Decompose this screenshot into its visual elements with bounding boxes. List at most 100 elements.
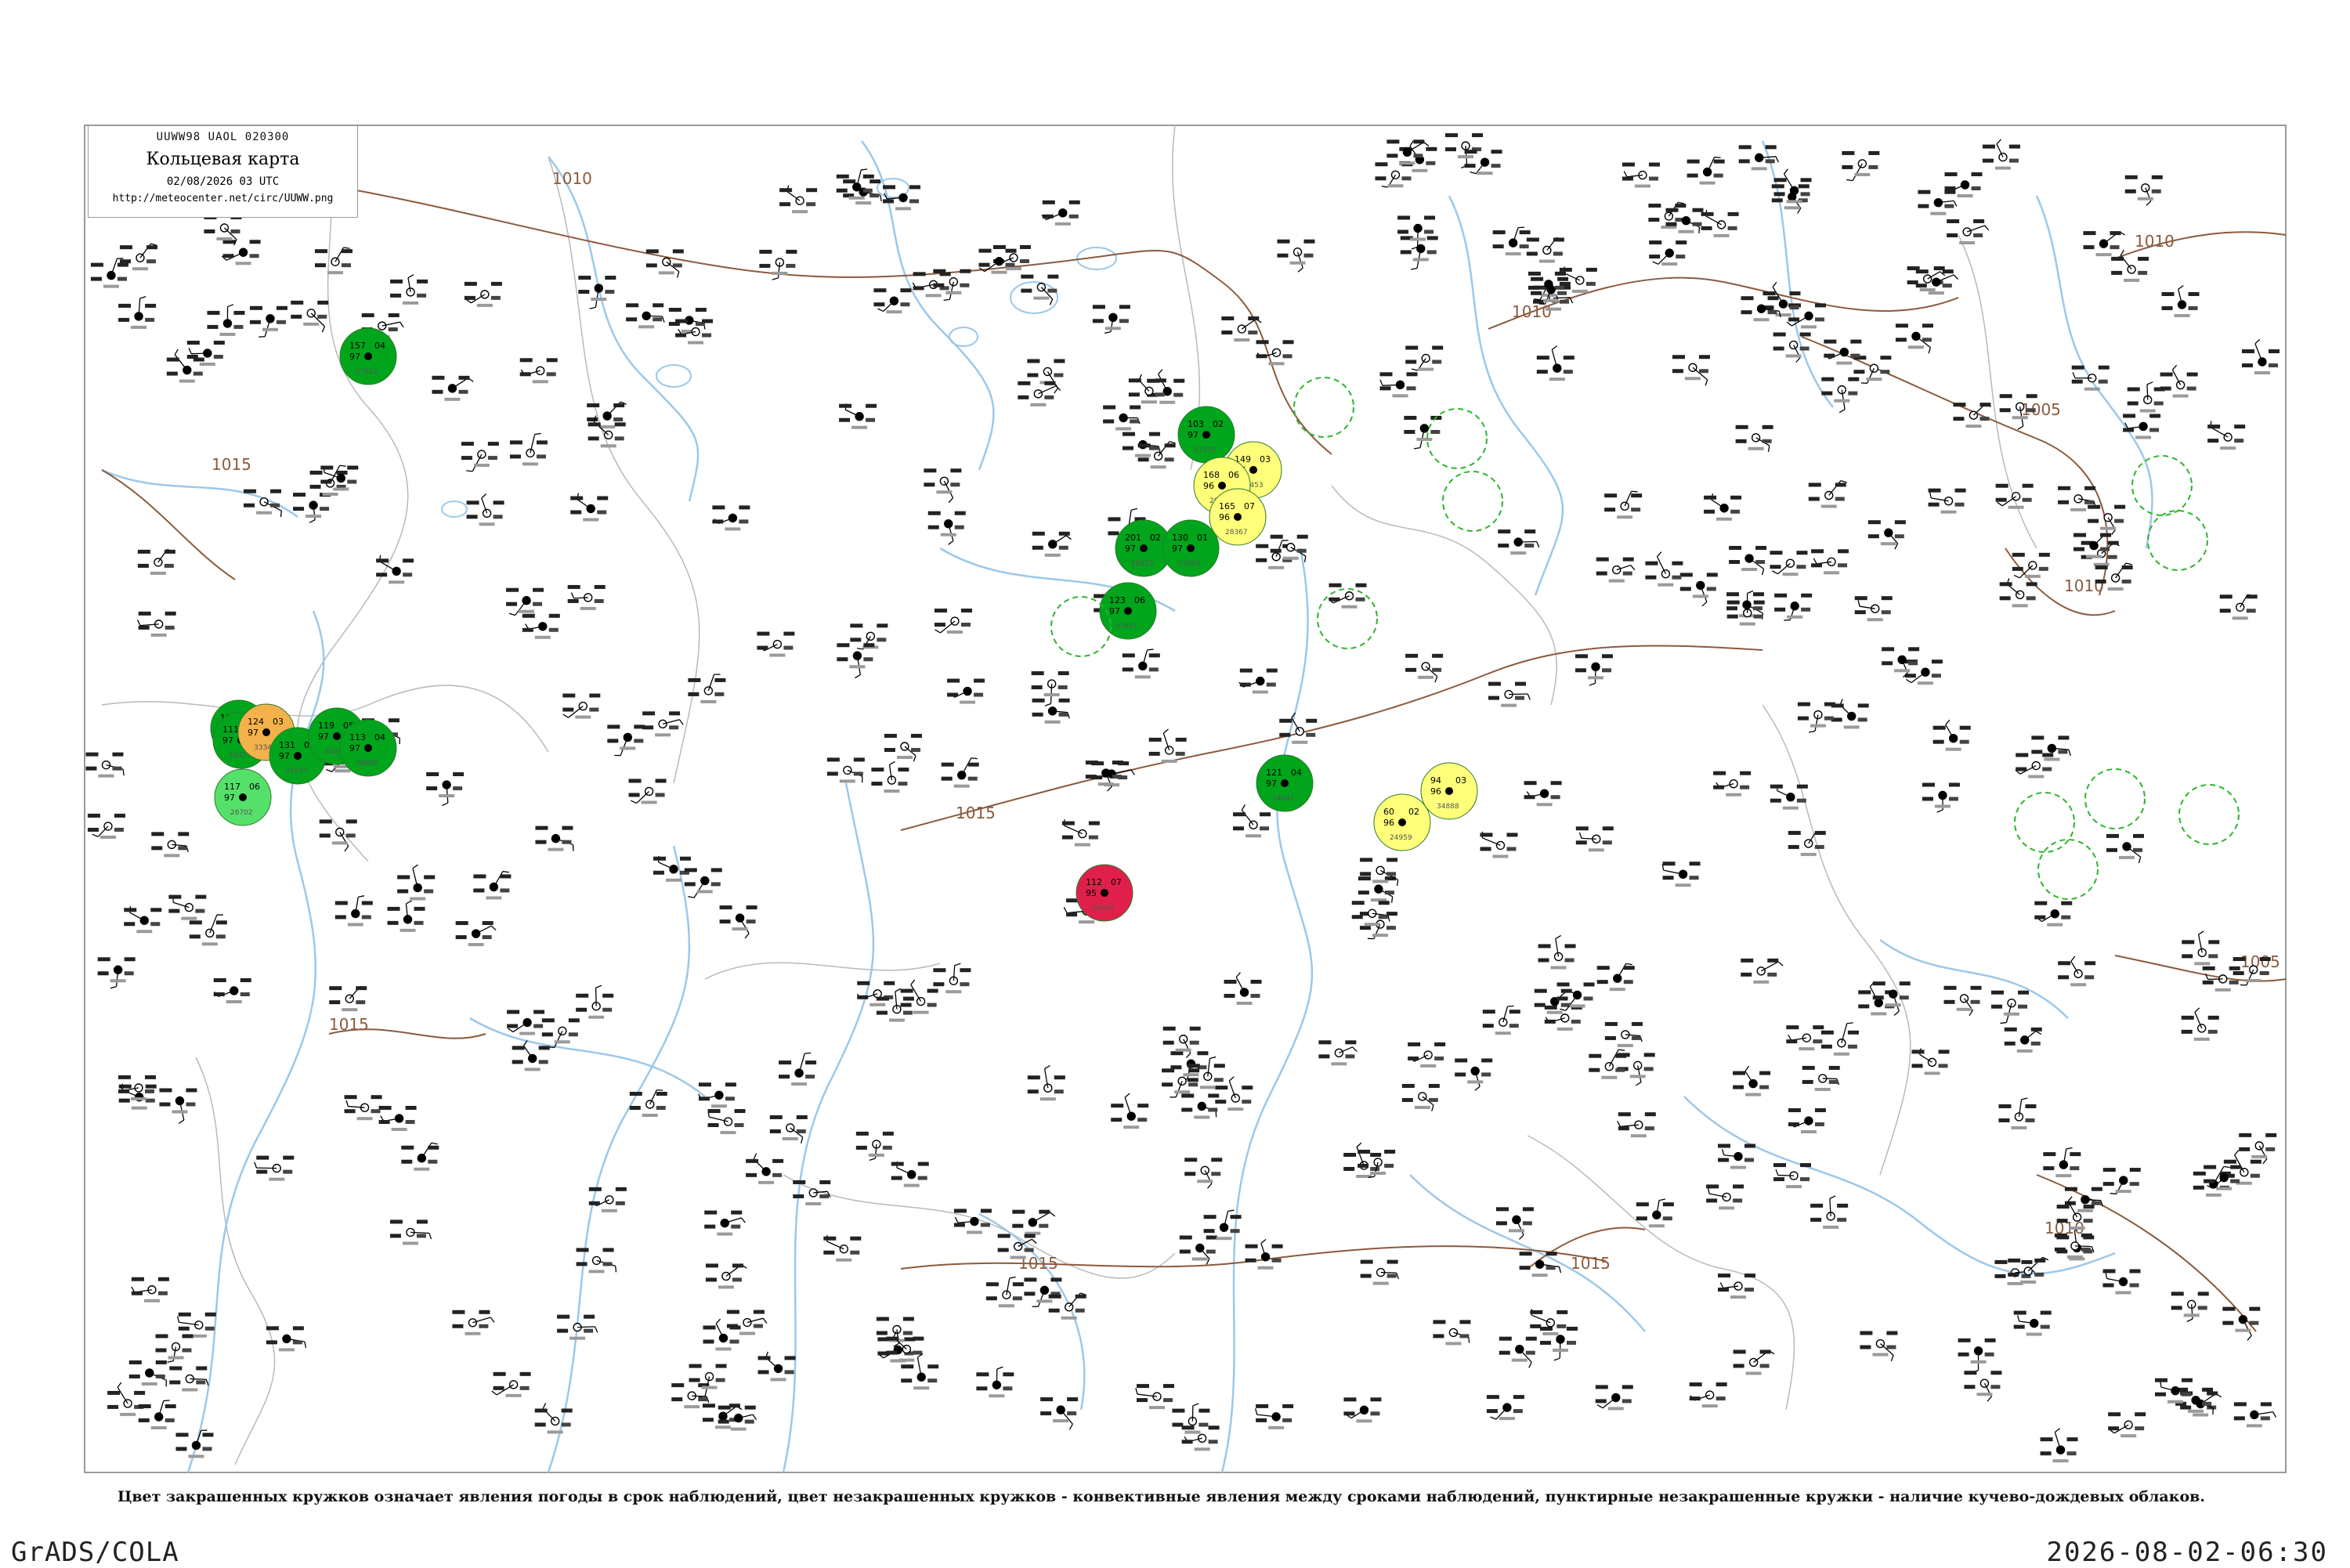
station-circle-rain: 13097 01 23405 <box>1162 520 1219 576</box>
isobar-label: 1015 <box>329 1015 369 1034</box>
station-circle-thunder: 112950726997 <box>1076 865 1133 921</box>
footer-timestamp: 2026-08-02-06:30 <box>2046 1537 2328 1568</box>
station-dew: 06 <box>249 782 260 792</box>
station-dew: 02 <box>1213 419 1224 429</box>
station-pressure: 117 <box>224 782 240 792</box>
station-dot <box>1218 482 1226 490</box>
station-temp: 97 <box>279 751 290 761</box>
station-id: 28367 <box>1225 529 1248 537</box>
station-dew: 03 <box>273 717 284 727</box>
station-circle-fog: 16596 07 28367 <box>1209 489 1266 545</box>
station-dot <box>1398 818 1406 826</box>
station-temp: 97 <box>1172 544 1183 554</box>
station-pressure: 111 <box>222 724 239 735</box>
station-dot <box>1249 466 1257 474</box>
station-temp: 97 <box>1109 606 1120 616</box>
station-dot <box>333 732 341 740</box>
station-pressure: 119 <box>318 721 334 731</box>
weather-map: 1010101510101015101510151005101010101015… <box>0 0 2350 1566</box>
station-temp: 97 <box>318 732 329 742</box>
station-temp: 97 <box>1266 779 1277 789</box>
station-dot <box>1101 889 1108 897</box>
station-pressure: 201 <box>1125 533 1141 543</box>
station-pressure: 60 <box>1383 807 1394 817</box>
station-circle-rain: 15797 04 27612 <box>340 328 396 385</box>
station-dot <box>239 793 247 801</box>
station-temp: 97 <box>248 728 258 738</box>
station-id: 24959 <box>1390 834 1412 842</box>
station-circle-rain: 121970424641 <box>1256 755 1313 811</box>
station-pressure: 123 <box>1109 595 1126 605</box>
station-id: 27105 <box>1194 446 1217 454</box>
map-url: http://meteocenter.net/circ/UUWW.png <box>89 193 357 204</box>
station-dew: 04 <box>374 732 385 742</box>
station-pressure: 168 <box>1203 470 1220 480</box>
station-id: 23921 <box>1115 623 1138 630</box>
station-circle-rain: 11397 04 26898 <box>340 720 396 776</box>
station-temp: 97 <box>349 352 360 362</box>
isobar-label: 1005 <box>2240 952 2280 971</box>
station-dew: 06 <box>1228 470 1239 480</box>
station-dew: 02 <box>1150 533 1161 543</box>
isobar-label: 1010 <box>552 169 592 188</box>
footer-software: GrADS/COLA <box>11 1537 179 1568</box>
station-temp: 96 <box>1219 512 1230 522</box>
station-temp: 96 <box>1383 818 1394 828</box>
station-dew: 03 <box>1260 454 1271 464</box>
station-dew: 04 <box>374 341 385 351</box>
station-dew: 07 <box>1111 877 1122 887</box>
station-dot <box>294 752 302 760</box>
station-temp: 97 <box>1188 430 1198 440</box>
station-pressure: 113 <box>349 732 366 742</box>
station-dew: 03 <box>1455 775 1466 786</box>
station-dot <box>364 352 372 360</box>
station-temp: 97 <box>222 735 233 746</box>
isobar-label: 1015 <box>956 804 996 822</box>
station-circle-rain: 12397 06 23921 <box>1100 583 1156 639</box>
station-dot <box>1187 544 1195 552</box>
station-dot <box>1234 513 1242 521</box>
map-date: 02/08/2026 03 UTC <box>89 175 357 188</box>
station-circle-fog: 6096 02 24959 <box>1374 794 1430 851</box>
map-caption: Цвет закрашенных кружков означает явлени… <box>118 1488 2232 1505</box>
station-id: 26898 <box>356 760 378 768</box>
station-dot <box>364 744 372 752</box>
station-id: 26997 <box>1092 905 1115 912</box>
station-dew: 01 <box>1197 533 1208 543</box>
station-dot <box>1124 607 1132 615</box>
station-id: 28225 <box>1131 560 1154 568</box>
station-pressure: 103 <box>1188 419 1204 429</box>
station-pressure: 130 <box>1172 533 1188 543</box>
isobar-label: 1015 <box>1571 1254 1611 1273</box>
station-id: 34888 <box>1437 803 1459 811</box>
station-dew: 06 <box>1134 595 1145 605</box>
station-circle-shower: 11797 06 26702 <box>215 769 271 826</box>
station-temp: 96 <box>1203 481 1214 491</box>
map-legend-box: UUWW98 UAOL 020300 Кольцевая карта 02/08… <box>88 125 358 218</box>
station-dew: 07 <box>1244 501 1255 511</box>
station-pressure: 124 <box>248 717 264 727</box>
station-temp: 95 <box>1086 888 1097 898</box>
isobar-label: 1015 <box>212 455 251 474</box>
station-id: 24641 <box>1272 795 1295 803</box>
map-title: Кольцевая карта <box>89 150 357 169</box>
station-temp: 97 <box>224 793 235 803</box>
station-pressure: 131 <box>279 740 295 750</box>
station-dot <box>1140 544 1148 552</box>
station-id: 26702 <box>230 809 253 817</box>
station-dot <box>1202 431 1210 439</box>
station-dew: 04 <box>1291 768 1302 778</box>
station-dot <box>1281 779 1289 787</box>
station-id: 27612 <box>356 368 378 376</box>
isobar-label: 1010 <box>2064 576 2104 595</box>
station-temp: 97 <box>349 743 360 753</box>
station-dew: 02 <box>1408 807 1419 817</box>
station-temp: 97 <box>1125 544 1136 554</box>
station-id: 23405 <box>1178 560 1201 568</box>
isobar-label: 1010 <box>2135 232 2175 251</box>
station-circle-rain: 10397 02 27105 <box>1178 406 1235 463</box>
station-circle-fog: 94960334888 <box>1421 763 1477 819</box>
station-pressure: 165 <box>1219 501 1235 511</box>
isobar-label: 1010 <box>1512 302 1552 321</box>
station-pressure: 157 <box>349 341 366 351</box>
